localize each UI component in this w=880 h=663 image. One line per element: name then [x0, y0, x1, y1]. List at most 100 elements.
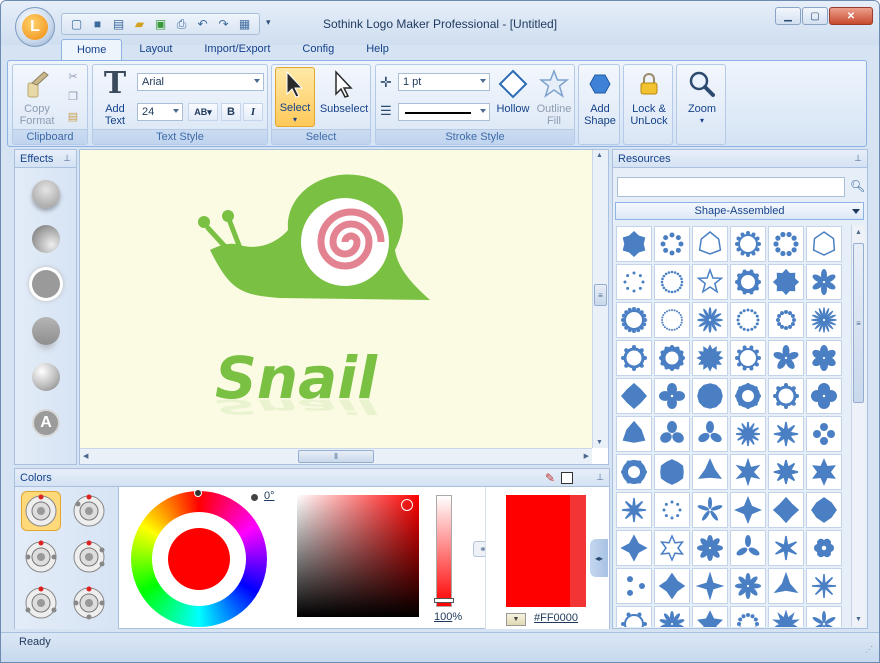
maximize-button[interactable]: ▢: [802, 7, 828, 25]
shape-item[interactable]: [768, 226, 804, 262]
resize-grip-icon[interactable]: ⋰: [865, 645, 873, 654]
shape-item[interactable]: [768, 302, 804, 338]
preset-radial-4[interactable]: [69, 537, 109, 577]
font-family-select[interactable]: Arial: [137, 73, 264, 91]
shape-item[interactable]: [730, 606, 766, 627]
resources-search-input[interactable]: [617, 177, 845, 197]
shape-item[interactable]: [730, 378, 766, 414]
shape-item[interactable]: [692, 378, 728, 414]
resource-category-select[interactable]: Shape-Assembled: [615, 202, 864, 220]
shape-item[interactable]: [692, 454, 728, 490]
shape-item[interactable]: [730, 568, 766, 604]
outline-fill-button[interactable]: Outline Fill: [534, 67, 574, 127]
select-button[interactable]: Select ▾: [275, 67, 315, 127]
shape-item[interactable]: [692, 340, 728, 376]
design-canvas[interactable]: Snail Snail: [80, 150, 592, 448]
shape-item[interactable]: [692, 606, 728, 627]
effect-bevel[interactable]: [32, 225, 60, 253]
eyedropper-icon[interactable]: ✎: [545, 471, 555, 485]
bold-button[interactable]: B: [221, 103, 241, 121]
chevron-right-icon[interactable]: ▶: [584, 452, 589, 460]
stroke-width-select[interactable]: 1 pt: [398, 73, 490, 91]
canvas-vertical-scrollbar[interactable]: ≡ ▲ ▼: [592, 150, 608, 448]
shape-item[interactable]: [616, 530, 652, 566]
shape-item[interactable]: [616, 226, 652, 262]
chevron-up-icon[interactable]: ▲: [855, 229, 862, 236]
shape-item[interactable]: [692, 264, 728, 300]
shape-item[interactable]: [768, 378, 804, 414]
chevron-up-icon[interactable]: ▲: [596, 152, 603, 159]
shape-item[interactable]: [768, 568, 804, 604]
effect-text[interactable]: A: [32, 409, 60, 437]
shape-item[interactable]: [654, 302, 690, 338]
shape-item[interactable]: [692, 492, 728, 528]
shape-item[interactable]: [616, 264, 652, 300]
stroke-type-select[interactable]: [398, 103, 490, 121]
hollow-button[interactable]: Hollow: [494, 67, 532, 115]
shape-item[interactable]: [768, 606, 804, 627]
shape-item[interactable]: [768, 340, 804, 376]
shape-item[interactable]: [692, 530, 728, 566]
sb-handle[interactable]: [401, 499, 413, 511]
add-text-button[interactable]: T Add Text: [95, 67, 135, 128]
app-menu-button[interactable]: L: [15, 7, 55, 47]
shape-item[interactable]: [768, 416, 804, 452]
hue-handle[interactable]: [194, 489, 202, 497]
copy-format-button[interactable]: Copy Format: [17, 67, 57, 127]
color-mode-dropdown[interactable]: ▼: [506, 613, 526, 626]
close-button[interactable]: ✕: [829, 7, 873, 25]
zoom-button[interactable]: Zoom ▾: [680, 67, 724, 127]
shape-item[interactable]: [806, 264, 842, 300]
snail-logo[interactable]: Snail Snail: [80, 150, 592, 448]
effect-reflection[interactable]: [32, 317, 60, 345]
text-align-button[interactable]: AB▾: [188, 103, 218, 121]
scroll-thumb[interactable]: ⦀: [298, 450, 374, 463]
hex-color-value[interactable]: #FF0000: [534, 612, 578, 624]
shape-item[interactable]: [654, 378, 690, 414]
shape-item[interactable]: [730, 492, 766, 528]
preset-radial-3[interactable]: [21, 537, 61, 577]
effect-drop-shadow[interactable]: [32, 180, 60, 208]
preset-radial-5[interactable]: [21, 583, 61, 623]
opacity-handle[interactable]: [434, 598, 454, 603]
shape-item[interactable]: [654, 264, 690, 300]
shape-item[interactable]: [616, 340, 652, 376]
shape-item[interactable]: [692, 302, 728, 338]
shape-item[interactable]: [654, 416, 690, 452]
shape-item[interactable]: [730, 340, 766, 376]
shape-item[interactable]: [768, 530, 804, 566]
minimize-button[interactable]: ▁: [775, 7, 801, 25]
shape-item[interactable]: [806, 302, 842, 338]
chevron-down-icon[interactable]: ▼: [596, 439, 603, 446]
hue-angle-value[interactable]: 0°: [264, 490, 275, 502]
preset-radial-2[interactable]: [69, 491, 109, 531]
add-shape-button[interactable]: Add Shape: [580, 67, 620, 127]
lock-unlock-button[interactable]: Lock & UnLock: [626, 67, 672, 127]
tab-import-export[interactable]: Import/Export: [189, 39, 285, 61]
scroll-thumb[interactable]: ≡: [853, 243, 864, 403]
shape-item[interactable]: [768, 264, 804, 300]
shape-item[interactable]: [806, 530, 842, 566]
shape-item[interactable]: [806, 454, 842, 490]
shape-item[interactable]: [616, 454, 652, 490]
shape-item[interactable]: [806, 416, 842, 452]
font-size-select[interactable]: 24: [137, 103, 183, 121]
opacity-value[interactable]: 100: [434, 611, 452, 623]
tab-help[interactable]: Help: [351, 39, 404, 61]
shape-item[interactable]: [768, 492, 804, 528]
scroll-thumb[interactable]: ≡: [594, 284, 607, 306]
shape-item[interactable]: [806, 340, 842, 376]
shape-item[interactable]: [692, 568, 728, 604]
shape-item[interactable]: [806, 492, 842, 528]
preset-radial-1[interactable]: [21, 491, 61, 531]
shape-item[interactable]: [654, 226, 690, 262]
effect-glow[interactable]: [32, 270, 60, 298]
shape-item[interactable]: [654, 454, 690, 490]
chevron-left-icon[interactable]: ◀: [83, 452, 88, 460]
hue-wheel[interactable]: [131, 489, 267, 627]
shape-item[interactable]: [616, 492, 652, 528]
resources-scrollbar[interactable]: ▲ ≡ ▼: [851, 225, 865, 627]
shape-item[interactable]: [730, 302, 766, 338]
chevron-down-icon[interactable]: ▼: [855, 616, 862, 623]
shape-item[interactable]: [768, 454, 804, 490]
